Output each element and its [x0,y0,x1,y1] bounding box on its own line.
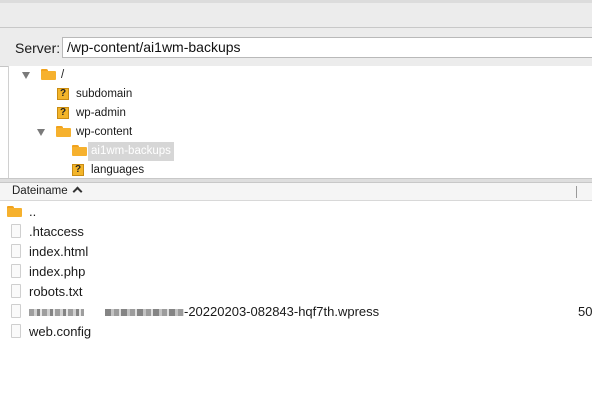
file-name: robots.txt [29,284,83,299]
folder-icon [7,206,22,217]
tree-item-root[interactable]: / [9,66,569,85]
document-icon [11,264,21,278]
file-row[interactable]: index.html [0,242,592,262]
folder-icon [41,69,56,80]
file-row[interactable]: -20220203-082843-hqf7th.wpress 50 [0,302,592,322]
tree-item-label: / [61,69,65,81]
question-icon: ? [57,107,69,119]
file-row[interactable]: .. [0,202,592,222]
file-name: index.php [29,264,86,279]
question-icon: ? [57,88,69,100]
document-icon [11,304,21,318]
redacted-text [29,309,84,317]
document-icon [11,324,21,338]
server-path-input[interactable]: /wp-content/ai1wm-backups [62,37,592,58]
tree-item-label: wp-content [76,126,133,138]
redacted-text [105,309,184,317]
file-name: -20220203-082843-hqf7th.wpress [29,304,379,320]
document-icon [11,244,21,258]
window-toolbar [0,0,592,28]
folder-icon [72,145,87,156]
server-bar: Server: /wp-content/ai1wm-backups [0,28,592,67]
file-name: index.html [29,244,89,259]
column-separator[interactable] [576,186,577,198]
file-row[interactable]: index.php [0,262,592,282]
file-row[interactable]: web.config [0,322,592,342]
file-size: 50 [578,304,592,319]
disclosure-expanded-icon[interactable] [22,72,30,79]
tree-item-wp-content[interactable]: wp-content [9,123,569,142]
question-icon: ? [72,164,84,176]
file-row[interactable]: robots.txt [0,282,592,302]
document-icon [11,224,21,238]
file-name: web.config [29,324,92,339]
toolbar-rail [0,0,592,3]
file-list-header: Dateiname [0,183,592,201]
file-row[interactable]: .htaccess [0,222,592,242]
file-name-suffix: -20220203-082843-hqf7th.wpress [184,304,380,319]
server-label: Server: [15,40,61,56]
remote-directory-tree: / ? subdomain ? wp-admin wp-content ai1w… [8,66,592,178]
tree-item-label: subdomain [76,88,133,100]
column-header-filename[interactable]: Dateiname [12,185,68,197]
tree-item-wp-admin[interactable]: ? wp-admin [9,104,569,123]
tree-item-label: wp-admin [76,107,126,119]
sort-ascending-icon[interactable] [72,186,83,197]
file-name: .. [29,204,37,219]
tree-item-ai1wm-backups[interactable]: ai1wm-backups [9,142,569,161]
tree-item-label-selected: ai1wm-backups [88,142,174,161]
tree-item-subdomain[interactable]: ? subdomain [9,85,569,104]
disclosure-expanded-icon[interactable] [37,129,45,136]
document-icon [11,284,21,298]
file-name: .htaccess [29,224,84,239]
folder-icon [56,126,71,137]
file-list: .. .htaccess index.html index.php robots… [0,201,592,410]
